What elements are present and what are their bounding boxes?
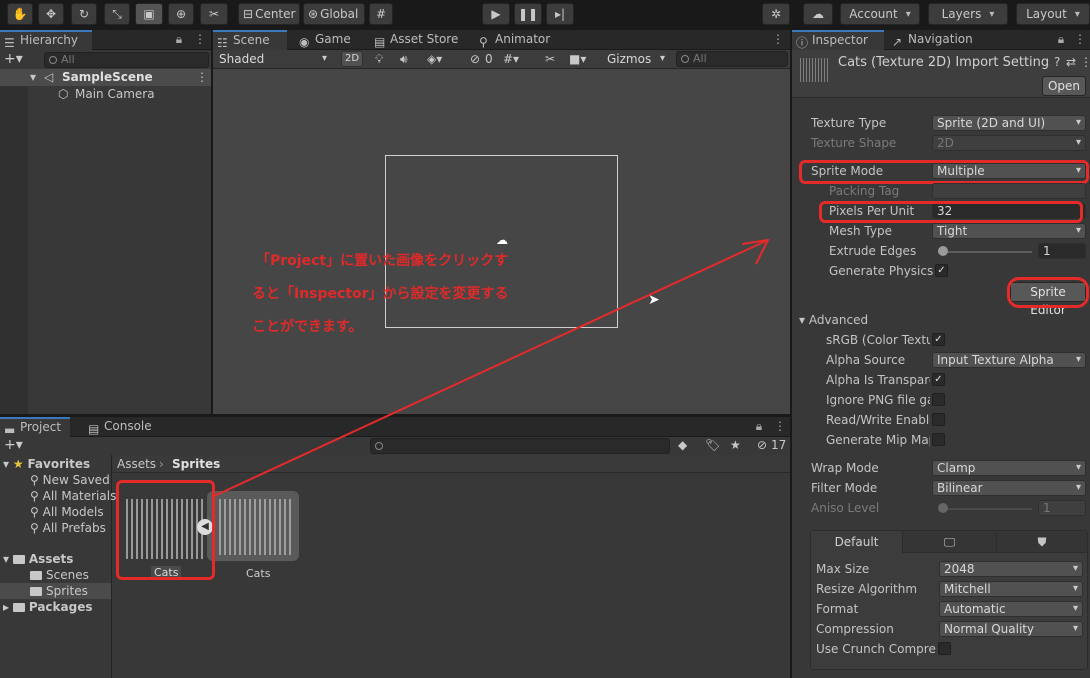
annotation-arrow bbox=[211, 238, 770, 498]
arrow-line bbox=[211, 239, 769, 498]
arrow-head bbox=[741, 238, 770, 265]
